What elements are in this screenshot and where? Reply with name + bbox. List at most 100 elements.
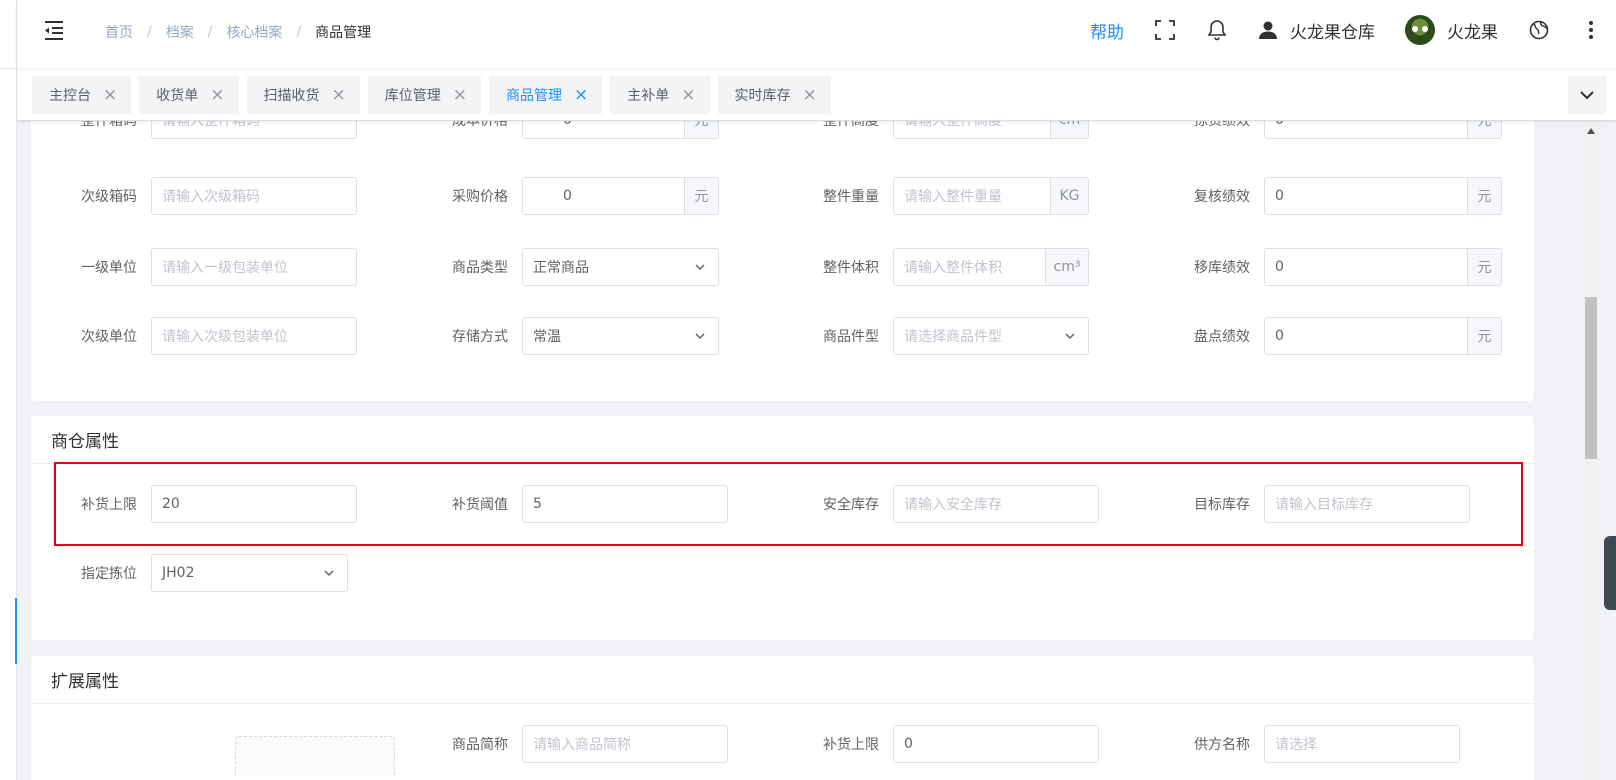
chevron-down-icon <box>695 333 705 340</box>
close-icon[interactable]: × <box>803 85 817 105</box>
tab-label: 主补单 <box>627 88 670 104</box>
tab-label: 主控台 <box>49 88 91 104</box>
label-replenish-threshold: 补货阈值 <box>452 497 508 513</box>
close-icon[interactable]: × <box>574 85 588 105</box>
label-box-weight: 整件重量 <box>823 189 879 205</box>
box-volume-input[interactable]: 请输入整件体积 <box>894 249 1045 285</box>
close-icon[interactable]: × <box>332 85 346 105</box>
label-box-height: 整件高度 <box>823 121 879 129</box>
short-name-input[interactable]: 请输入商品简称 <box>522 725 728 763</box>
replenish-threshold-input[interactable]: 5 <box>522 485 728 523</box>
user-icon <box>1259 21 1277 39</box>
section-title-warehouse-attrs: 商仓属性 <box>31 416 1534 464</box>
purchase-price-field: 0 元 <box>522 177 719 215</box>
label-sub-unit: 次级单位 <box>81 329 137 345</box>
tab-2[interactable]: 扫描收货 × <box>246 76 360 114</box>
count-perf-field: 0 元 <box>1264 317 1502 355</box>
user-menu[interactable]: 火龙果 <box>1405 15 1498 45</box>
label-storage-mode: 存储方式 <box>452 329 508 345</box>
tab-3[interactable]: 库位管理 × <box>367 76 481 114</box>
box-weight-input[interactable]: 请输入整件重量 <box>894 178 1050 214</box>
box-height-input[interactable]: 请输入整件高度 <box>894 121 1050 138</box>
count-perf-input[interactable]: 0 <box>1265 318 1467 354</box>
label-target-stock: 目标库存 <box>1194 497 1250 513</box>
review-perf-field: 0 元 <box>1264 177 1502 215</box>
label-replenish-max: 补货上限 <box>81 497 137 513</box>
tab-6[interactable]: 实时库存 × <box>717 76 831 114</box>
unit-yuan: 元 <box>1467 121 1501 138</box>
box-code-input[interactable]: 请输入整件箱码 <box>151 121 357 139</box>
sidebar-toggle-icon[interactable] <box>43 19 65 41</box>
tab-1[interactable]: 收货单 × <box>139 76 239 114</box>
primary-unit-input[interactable]: 请输入一级包装单位 <box>151 248 357 286</box>
safety-stock-input[interactable]: 请输入安全库存 <box>893 485 1099 523</box>
package-type-select[interactable]: 请选择商品件型 <box>893 317 1089 355</box>
section-title-ext-attrs: 扩展属性 <box>31 656 1534 704</box>
rail-active-indicator <box>15 598 17 664</box>
sub-unit-input[interactable]: 请输入次级包装单位 <box>151 317 357 355</box>
unit-cm3: cm³ <box>1045 249 1088 285</box>
scroll-up-arrow-icon[interactable] <box>1583 121 1599 141</box>
tab-label: 库位管理 <box>384 88 441 104</box>
label-purchase-price: 采购价格 <box>452 189 508 205</box>
label-review-perf: 复核绩效 <box>1194 189 1250 205</box>
more-vertical-icon[interactable] <box>1580 19 1602 41</box>
close-icon[interactable]: × <box>103 85 117 105</box>
tab-label: 商品管理 <box>506 88 562 104</box>
purchase-price-input[interactable]: 0 <box>523 178 684 214</box>
cost-price-input[interactable]: 0 <box>523 121 684 138</box>
warehouse-name: 火龙果仓库 <box>1290 22 1375 43</box>
label-cost-price: 成本价格 <box>452 121 508 129</box>
move-perf-input[interactable]: 0 <box>1265 249 1467 285</box>
breadcrumb: 首页 / 档案 / 核心档案 / 商品管理 <box>105 22 372 42</box>
breadcrumb-core-archive[interactable]: 核心档案 <box>226 22 282 42</box>
storage-mode-select[interactable]: 常温 <box>522 317 719 355</box>
chevron-down-icon <box>695 264 705 271</box>
cost-price-field: 0 元 <box>522 121 719 139</box>
tab-label: 扫描收货 <box>263 88 320 104</box>
tab-0[interactable]: 主控台 × <box>32 76 132 114</box>
ext-replenish-max-input[interactable]: 0 <box>893 725 1099 763</box>
close-icon[interactable]: × <box>453 85 467 105</box>
chevron-down-icon <box>1065 333 1075 340</box>
card-warehouse-attrs: 商仓属性 补货上限 20 补货阈值 5 安全库存 请输入安全库存 目标库存 请输… <box>31 416 1534 640</box>
pick-perf-input[interactable]: 0 <box>1265 121 1467 138</box>
goods-type-select[interactable]: 正常商品 <box>522 248 719 286</box>
image-upload-area[interactable] <box>235 736 395 776</box>
label-package-type: 商品件型 <box>823 329 879 345</box>
tab-4[interactable]: 商品管理 × <box>489 76 603 114</box>
card-basic-attrs: 整件箱码 请输入整件箱码 成本价格 0 元 整件高度 请输入整件高度 cm 拣货… <box>31 121 1534 401</box>
label-ext-replenish-max: 补货上限 <box>823 737 879 753</box>
chevron-down-icon <box>324 570 334 577</box>
floating-widget-tab[interactable] <box>1604 536 1616 610</box>
globe-icon[interactable] <box>1528 19 1550 41</box>
pick-location-select[interactable]: JH02 <box>151 554 348 592</box>
tab-label: 实时库存 <box>734 88 791 104</box>
label-supplier: 供方名称 <box>1194 737 1250 753</box>
unit-kg: KG <box>1050 178 1088 214</box>
label-pick-perf: 拣货绩效 <box>1194 121 1250 129</box>
fullscreen-icon[interactable] <box>1154 19 1176 41</box>
breadcrumb-home[interactable]: 首页 <box>105 22 133 42</box>
bell-icon[interactable] <box>1206 19 1228 41</box>
scroll-thumb[interactable] <box>1585 297 1597 459</box>
page-scrollbar[interactable] <box>1583 121 1599 780</box>
tags-more-chevron-icon[interactable] <box>1568 76 1606 114</box>
unit-yuan: 元 <box>684 178 718 214</box>
close-icon[interactable]: × <box>681 85 695 105</box>
review-perf-input[interactable]: 0 <box>1265 178 1467 214</box>
unit-yuan: 元 <box>1467 249 1501 285</box>
replenish-max-input[interactable]: 20 <box>151 485 357 523</box>
label-primary-unit: 一级单位 <box>81 260 137 276</box>
tab-5[interactable]: 主补单 × <box>610 76 710 114</box>
warehouse-switcher[interactable]: 火龙果仓库 <box>1258 18 1375 43</box>
sub-box-code-input[interactable]: 请输入次级箱码 <box>151 177 357 215</box>
close-icon[interactable]: × <box>210 85 224 105</box>
help-link[interactable]: 帮助 <box>1090 18 1124 43</box>
target-stock-input[interactable]: 请输入目标库存 <box>1264 485 1470 523</box>
supplier-select[interactable]: 请选择 <box>1264 725 1460 763</box>
unit-cm: cm <box>1050 121 1088 138</box>
card-ext-attrs: 扩展属性 商品简称 请输入商品简称 补货上限 0 供方名称 请选择 <box>31 656 1534 780</box>
tab-label: 收货单 <box>156 88 199 104</box>
breadcrumb-archive[interactable]: 档案 <box>166 22 194 42</box>
